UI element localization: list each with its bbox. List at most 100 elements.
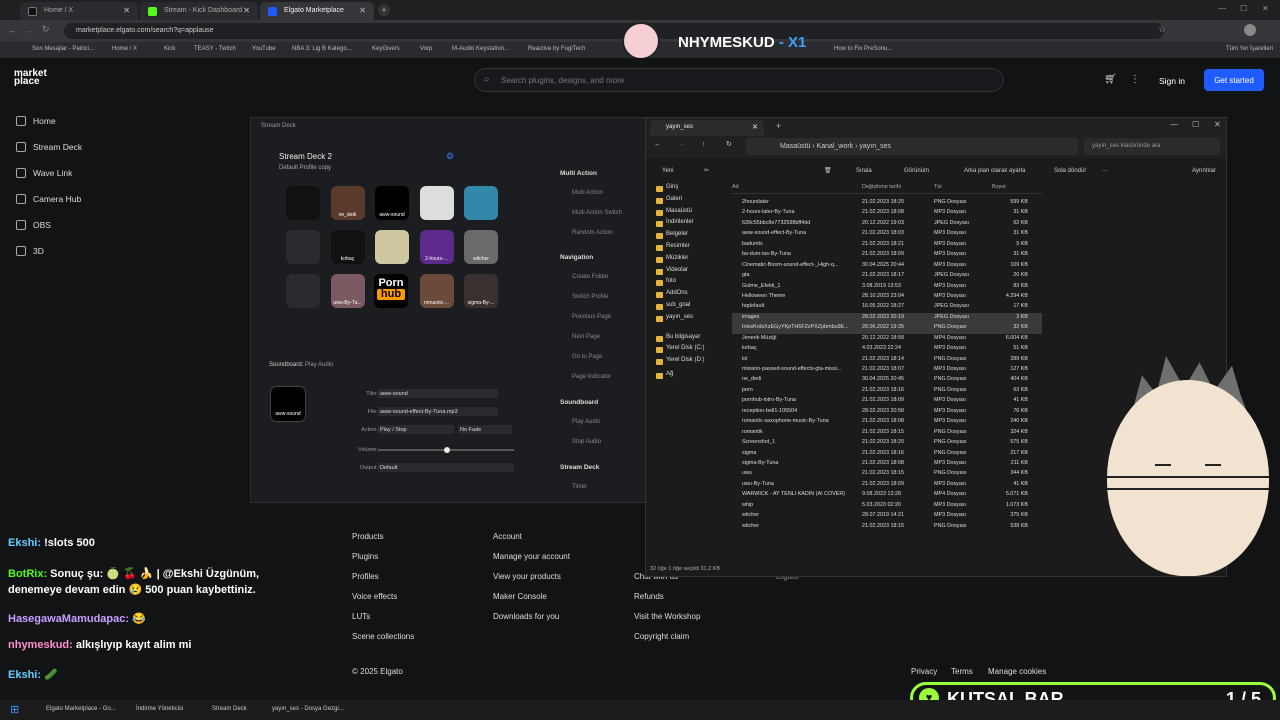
more-vertical-icon[interactable]: ⋮ [1130,74,1140,85]
back-arrow-icon[interactable]: ← [654,141,661,148]
file-row[interactable]: images 28.02.2023 20:19 JPEG Dosyası 2 KB [732,312,1042,324]
new-tab-button[interactable]: + [378,4,390,16]
bookmark-item[interactable]: Vorp [420,46,432,52]
maximize-icon[interactable]: ☐ [1192,120,1199,129]
stream-deck-key[interactable] [286,186,320,220]
column-header-name[interactable]: Ad [732,184,739,190]
footer-link[interactable]: Maker Console [493,592,570,612]
marketplace-logo[interactable]: market place [14,69,47,87]
footer-link[interactable]: Profiles [352,572,414,592]
terms-link[interactable]: Terms [951,667,973,676]
sign-in-link[interactable]: Sign in [1159,76,1185,86]
footer-link[interactable]: Scene collections [352,632,414,652]
footer-link[interactable]: Refunds [634,592,700,612]
file-row[interactable]: whip 5.03.2023 02:20 MP3 Dosyası 1.073 KB [732,501,1042,511]
stream-deck-key[interactable] [464,186,498,220]
footer-link[interactable]: Voice effects [352,592,414,612]
volume-handle[interactable] [444,447,450,453]
stream-deck-key[interactable] [419,186,454,220]
bookmark-item[interactable]: How to Fix PreSonu... [834,46,892,52]
bookmark-item[interactable]: TEASY - Twitch [194,46,236,52]
volume-slider[interactable] [378,447,514,453]
output-select[interactable]: Default [378,463,514,472]
file-row[interactable]: 2hourslater 21.02.2023 18:20 PNG Dosyası 59… [732,198,1042,208]
close-icon[interactable]: ✕ [359,6,366,15]
bookmark-item[interactable]: Home / X [112,46,137,52]
stream-deck-key[interactable] [286,230,320,264]
footer-link[interactable]: View your products [493,572,570,592]
stream-deck-key[interactable]: uwu-By-Tu... [330,274,365,308]
key-porn[interactable]: Porn hub [374,274,408,308]
delete-icon[interactable]: 🗑︎ [824,167,832,174]
manage-cookies-link[interactable]: Manage cookies [988,667,1046,676]
stream-deck-key[interactable]: aww-sound [375,186,409,220]
footer-link[interactable]: Downloads for you [493,612,570,632]
nav-pane-item[interactable]: Masaüstü [654,208,726,220]
stream-deck-key[interactable]: ne_dedi [330,186,365,220]
column-header-size[interactable]: Boyut [992,184,1006,190]
more-icon[interactable]: … [1102,167,1108,173]
nav-pane-item[interactable]: sub_goal [654,302,726,314]
stream-deck-key[interactable]: sigma-By-... [464,274,498,308]
cut-icon[interactable]: ✂ [704,167,709,174]
nav-camera-hub[interactable]: Camera Hub [16,194,81,204]
file-row[interactable]: badumts 21.02.2023 18:21 MP3 Dosyası 5 KB [732,240,1042,250]
forward-arrow-icon[interactable]: → [678,141,685,148]
profile-selector[interactable]: Default Profile copy [279,165,331,171]
action-select[interactable]: Play / Stop [378,425,454,434]
minimize-icon[interactable]: — [1218,4,1226,13]
taskbar-item[interactable]: Stream Deck [212,706,247,712]
fade-select[interactable]: No Fade [458,425,512,434]
profile-avatar[interactable] [1244,24,1256,36]
footer-link[interactable]: Visit the Workshop [634,612,700,632]
file-row[interactable]: Cinematic-Boom-sound-effect-_High-q... 30… [732,261,1042,271]
bookmark-item[interactable]: Kick [164,46,175,52]
bookmark-item[interactable]: KeyGivers [372,46,400,52]
file-row[interactable]: Jenerik Müziği 20.12.2022 18:58 MP4 Dosyas… [732,334,1042,344]
file-row[interactable]: uwu 21.02.2023 18:15 PNG Dosyası 344 KB [732,469,1042,479]
cart-icon[interactable]: 🛒︎ [1104,74,1117,85]
file-row[interactable]: gta 21.02.2023 18:17 JPEG Dosyası 20 KB [732,271,1042,281]
refresh-icon[interactable]: ↻ [726,140,732,148]
nav-pane-item[interactable]: Resimler [654,243,726,255]
close-window-icon[interactable]: ✕ [1214,120,1221,129]
stream-deck-key[interactable]: witcher [464,230,498,264]
device-selector[interactable]: Stream Deck 2 [279,152,332,161]
stream-deck-key[interactable]: romantic-... [419,274,454,308]
stream-deck-key[interactable] [375,230,409,264]
close-icon[interactable]: ✕ [752,123,758,131]
nav-pane-item[interactable]: Belgeler [654,231,726,243]
action-group-header[interactable]: Soundboard [560,399,598,406]
bookmark-item[interactable]: Son Mesajlar - Patrici... [32,46,94,52]
bookmark-item[interactable]: NBA 3: Lig B Katego... [292,46,352,52]
maximize-icon[interactable]: ☐ [1240,4,1247,13]
close-icon[interactable]: ✕ [243,6,250,15]
rotate-left-button[interactable]: Sola döndür [1054,168,1086,174]
minimize-icon[interactable]: — [1170,120,1178,129]
reload-icon[interactable]: ↻ [42,24,50,35]
file-row[interactable]: sigma-By-Tuna 21.02.2023 18:08 MP3 Dosyası… [732,459,1042,469]
file-row[interactable]: witcher 21.02.2023 18:15 PNG Dosyası 538 KB [732,522,1042,532]
action-group-header[interactable]: Stream Deck [560,464,599,471]
bookmark-item[interactable]: M-Audio Keystation... [452,46,509,52]
stream-deck-key[interactable] [286,274,320,308]
bookmark-item[interactable]: Tüm Yer İşaretleri [1226,46,1273,52]
explorer-tab[interactable]: yayın_ses ✕ [650,120,764,136]
nav-pane-item[interactable]: İndirilenler [654,219,726,231]
nav-3d[interactable]: 3D [16,246,44,256]
footer-link[interactable]: Manage your account [493,552,570,572]
file-row[interactable]: romantik 21.02.2023 18:15 PNG Dosyası 324 K… [732,428,1042,438]
file-row[interactable]: romantic-saxophone-music-By-Tuna 21.02.20… [732,417,1042,427]
nav-pane-item[interactable]: Yerel Disk (C:) [654,345,726,357]
nav-wave-link[interactable]: Wave Link [16,168,72,178]
nav-obs[interactable]: OBS [16,220,51,230]
tab-elgato[interactable]: Elgato Marketplace ✕ [260,2,374,20]
file-row[interactable]: Gulme_Efekti_1 3.08.2019 13:53 MP3 Dosyası… [732,282,1042,292]
nav-pane-item[interactable]: Ağ [654,371,726,383]
breadcrumb[interactable]: Masaüstü › Kanal_work › yayın_ses [746,138,1078,155]
taskbar-item[interactable]: Elgato Marketplace - Go... [46,706,116,712]
taskbar-item[interactable]: yayın_ses - Dosya Gezgi... [272,706,344,712]
privacy-link[interactable]: Privacy [911,667,937,676]
file-row[interactable]: uwu-By-Tuna 21.02.2023 18:09 MP3 Dosyası 41… [732,480,1042,490]
action-group-header[interactable]: Multi Action [560,170,597,177]
